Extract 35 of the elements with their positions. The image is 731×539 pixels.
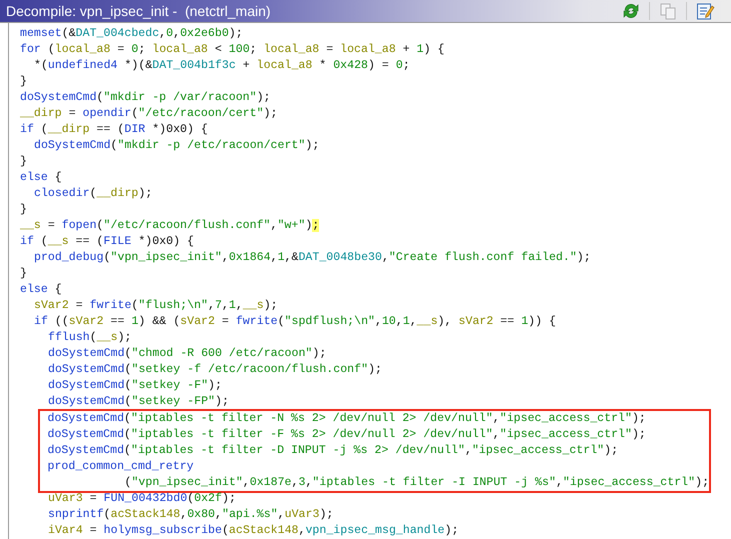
code-line: } xyxy=(20,154,27,170)
code-line: doSystemCmd("setkey -F"); xyxy=(48,378,222,394)
code-line: doSystemCmd("mkdir -p /var/racoon"); xyxy=(20,90,270,106)
code-line: fflush(__s); xyxy=(48,330,132,346)
code-line: __s = fopen("/etc/racoon/flush.conf","w+"); xyxy=(20,218,320,234)
refresh-icon[interactable] xyxy=(621,1,641,21)
code-line: if (__dirp == (DIR *)0x0) { xyxy=(20,122,208,138)
code-line: snprintf(acStack148,0x80,"api.%s",uVar3); xyxy=(48,507,334,523)
code-line: sVar2 = fwrite("flush;\n",7,1,__s); xyxy=(34,298,278,314)
code-line: if (__s == (FILE *)0x0) { xyxy=(20,234,194,250)
code-line: uVar3 = FUN_00432bd0(0x2f); xyxy=(48,491,236,507)
code-line: doSystemCmd("setkey -f /etc/racoon/flush.conf"); xyxy=(48,362,382,378)
code-line: for (local_a8 = 0; local_a8 < 100; local_a8 = local_a8 + 1) { xyxy=(20,42,445,58)
code-line: doSystemCmd("iptables -t filter -D INPUT -j %s 2> /dev/null","ipsec_access_ctrl"); xyxy=(48,442,618,458)
code-line: prod_common_cmd_retry xyxy=(48,458,194,474)
code-line: prod_debug("vpn_ipsec_init",0x1864,1,&DAT_0048be30,"Create flush.conf failed."); xyxy=(34,250,591,266)
code-line: } xyxy=(20,266,27,282)
code-line: doSystemCmd("mkdir -p /etc/racoon/cert"); xyxy=(34,138,320,154)
code-line: } xyxy=(20,74,27,90)
code-line: iVar4 = holymsg_subscribe(acStack148,vpn_ipsec_msg_handle); xyxy=(48,523,459,539)
code-line: else { xyxy=(20,170,62,186)
code-line: closedir(__dirp); xyxy=(34,186,152,202)
code-line: doSystemCmd("chmod -R 600 /etc/racoon"); xyxy=(48,346,326,362)
edit-icon[interactable] xyxy=(695,1,715,21)
code-line: *(undefined4 *)(&DAT_004b1f3c + local_a8 * 0x428) = 0; xyxy=(34,58,410,74)
code-line: else { xyxy=(20,282,62,298)
code-line: } xyxy=(20,202,27,218)
code-line: memset(&DAT_004cbedc,0,0x2e6b0); xyxy=(20,26,243,42)
window-title: Decompile: vpn_ipsec_init - (netctrl_main) xyxy=(6,3,271,19)
code-line: doSystemCmd("iptables -t filter -N %s 2> /dev/null 2> /dev/null","ipsec_access_ctrl"); xyxy=(48,410,646,426)
code-line: doSystemCmd("iptables -t filter -F %s 2> /dev/null 2> /dev/null","ipsec_access_ctrl"); xyxy=(48,426,646,442)
code-line: doSystemCmd("setkey -FP"); xyxy=(48,394,229,410)
code-line: if ((sVar2 == 1) && (sVar2 = fwrite("spdflush;\n",10,1,__s), sVar2 == 1)) { xyxy=(34,314,556,330)
code-line: __dirp = opendir("/etc/racoon/cert"); xyxy=(20,106,278,122)
code-line: ("vpn_ipsec_init",0x187e,3,"iptables -t filter -I INPUT -j %s","ipsec_access_ctrl"); xyxy=(124,474,710,490)
